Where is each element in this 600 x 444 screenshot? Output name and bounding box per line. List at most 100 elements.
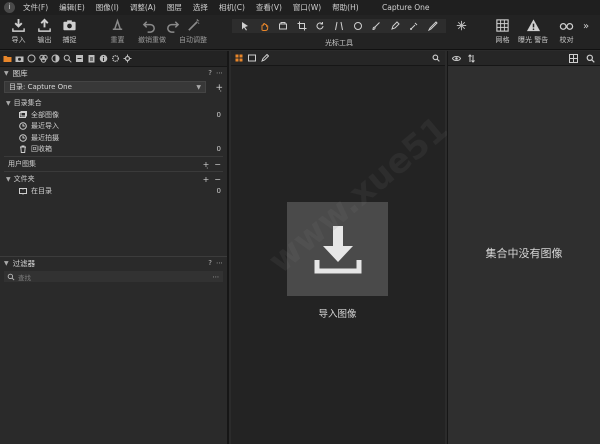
collection-all-images[interactable]: 全部图像 0 [0,109,227,121]
capture-button[interactable]: 捕捉 [62,18,77,45]
magnifier-tab-icon [63,54,72,63]
help-icon[interactable]: ? [208,69,212,77]
folder-in-catalog[interactable]: 在目录 0 [0,185,227,197]
tab-lens[interactable] [27,54,36,63]
camera-tab-icon [15,56,24,62]
reset-button[interactable]: 重置 [110,18,125,45]
add-user-collection-button[interactable]: +̣ [203,160,210,169]
catalog-collections-group[interactable]: ▼ 目录集合 [0,97,227,109]
library-header[interactable]: ▼ 图库 ? ⋯ [0,67,227,80]
multi-view-icon[interactable] [235,54,243,62]
keystone-icon[interactable] [334,21,344,31]
import-images-button[interactable] [287,202,388,296]
app-logo-icon[interactable]: i [4,2,15,13]
collection-recent-imports[interactable]: 最近导入 [0,121,227,133]
tool-tabs [0,51,227,67]
import-button[interactable]: 导入 [11,18,26,45]
export-button[interactable]: 输出 [37,18,52,45]
menu-layers[interactable]: 图层 [167,2,182,13]
filters-section: ▼ 过滤器 ? ⋯ 查找 ⋯ [0,256,227,284]
picker-icon[interactable] [409,21,419,31]
pen-icon[interactable] [390,21,400,31]
menu-window[interactable]: 窗口(W) [293,2,321,13]
undo-icon[interactable] [142,18,157,33]
more-tools-button[interactable]: » [583,21,589,32]
select-arrow-icon[interactable] [240,21,250,31]
menu-select[interactable]: 选择 [193,2,208,13]
add-folder-button[interactable]: + [203,175,210,184]
brush-icon[interactable] [371,21,381,31]
clock-icon [19,122,27,131]
tab-output[interactable] [111,54,120,63]
collection-trash[interactable]: 回收箱 0 [0,144,227,156]
proof-button[interactable]: 校对 [559,18,574,45]
tab-exposure[interactable] [51,54,60,63]
filters-header[interactable]: ▼ 过滤器 ? ⋯ [0,256,227,269]
menu-camera[interactable]: 相机(C) [219,2,245,13]
menubar: i 文件(F) 编辑(E) 图像(I) 调整(A) 图层 选择 相机(C) 查看… [0,0,600,15]
pan-hand-icon[interactable] [259,21,269,31]
grid-button[interactable]: 网格 [495,18,510,45]
filter-search-placeholder: 查找 [18,273,31,282]
tab-info[interactable] [99,54,108,63]
sparkle-button[interactable] [454,18,469,35]
tab-settings[interactable] [123,54,132,63]
chevron-down-icon: ▼ [196,83,201,91]
capture-label: 捕捉 [62,36,77,44]
menu-adjust[interactable]: 调整(A) [130,2,156,13]
sort-icon[interactable] [467,53,476,63]
viewer-panel: 导入图像 www.xue51.com [231,50,527,444]
menu-image[interactable]: 图像(I) [96,2,119,13]
double-chevron-right-icon: » [583,21,590,32]
more-options-icon[interactable]: ⋯ [216,259,223,267]
images-icon [19,110,27,118]
help-icon[interactable]: ? [208,259,212,267]
edit-pen-icon[interactable] [261,54,269,62]
tab-details[interactable] [63,54,72,63]
menu-view[interactable]: 查看(V) [256,2,282,13]
menu-edit[interactable]: 编辑(E) [59,2,85,13]
tab-metadata[interactable] [87,54,96,63]
annotation-icon[interactable] [427,21,438,31]
remove-user-collection-button[interactable]: − [214,160,221,169]
filter-search-input[interactable]: 查找 ⋯ [4,271,223,282]
single-view-icon[interactable] [248,54,256,62]
main-toolbar: 导入 输出 捕捉 重置 撤销重做 自动调整 光标工具 网格 曝光 警告 校对 » [0,15,600,50]
tab-capture[interactable] [15,54,24,63]
folders-group[interactable]: ▼ 文件夹 + − [0,173,227,185]
redo-icon[interactable] [165,18,180,33]
collection-recent-captures[interactable]: 最近拍摄 [0,132,227,144]
user-collections-group[interactable]: 用户图集 +̣ − [0,158,227,170]
left-tool-panel: ▼ 图库 ? ⋯ 目录: Capture One ▼ +̣ ▼ 目录集合 全部图… [0,51,229,444]
menu-file[interactable]: 文件(F) [23,2,48,13]
tab-adjustments[interactable] [75,54,84,63]
crop-icon[interactable] [297,21,307,31]
tab-library[interactable] [3,54,12,63]
user-collections-label: 用户图集 [8,160,36,168]
cursor-tools-bar [232,19,446,33]
collection-label: 回收箱 [31,145,52,154]
more-options-icon[interactable]: ⋯ [213,273,220,281]
rotate-icon[interactable] [315,21,325,31]
divider [4,156,223,157]
exposure-warning-button[interactable]: 曝光 警告 [518,18,548,45]
remove-folder-button[interactable]: − [214,175,221,184]
collections-tree: ▼ 目录集合 全部图像 0 最近导入 最近拍摄 回收箱 0 用户图集 +̣ − [0,97,227,197]
menu-help[interactable]: 帮助(H) [332,2,359,13]
search-icon[interactable] [586,54,595,63]
tab-color[interactable] [39,54,48,63]
auto-adjust-button[interactable]: 自动调整 [179,18,207,45]
spot-removal-icon[interactable] [353,21,363,31]
loupe-icon[interactable] [278,21,288,31]
output-gear-icon [112,55,119,62]
proof-label: 校对 [559,36,574,44]
catalog-select[interactable]: 目录: Capture One ▼ [4,81,206,93]
search-icon[interactable] [432,54,440,62]
more-options-icon[interactable]: ⋯ [216,69,223,77]
folder-count: 0 [216,186,221,195]
grid-view-icon[interactable] [569,54,578,63]
add-catalog-button[interactable]: +̣ [215,83,223,93]
grid-label: 网格 [495,36,510,44]
filters-title: 过滤器 [12,258,36,268]
eye-icon[interactable] [452,54,461,63]
